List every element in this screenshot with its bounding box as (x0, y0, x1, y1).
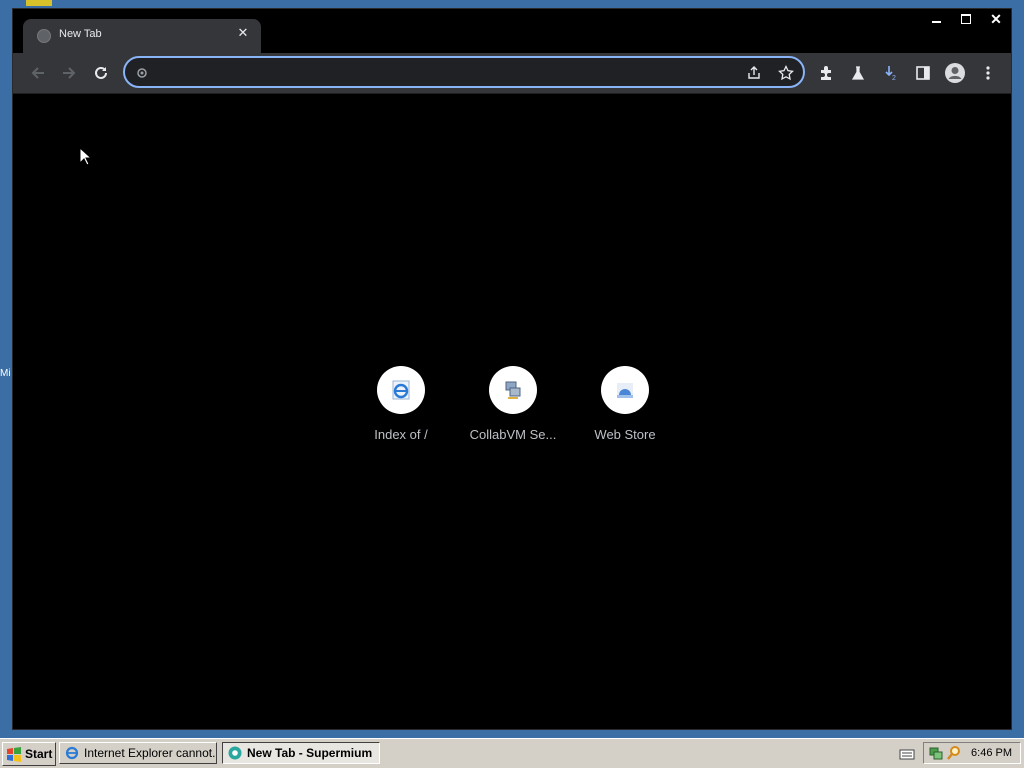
desktop-icon-label[interactable]: Mi (0, 368, 11, 380)
maximize-button[interactable] (951, 9, 981, 29)
bookmark-star-icon[interactable] (777, 64, 795, 82)
downloads-icon[interactable]: 2 (879, 61, 903, 85)
browser-window: New Tab ✕ ✕ 2 Index of / CollabVM Se... … (12, 8, 1012, 730)
taskbar-item-label: Internet Explorer cannot... (84, 746, 217, 760)
minimize-button[interactable] (921, 9, 951, 29)
shortcut-label: Index of / (374, 427, 428, 442)
desktop-icon-partial[interactable] (26, 0, 52, 6)
forward-button[interactable] (57, 61, 81, 85)
tab-new-tab[interactable]: New Tab ✕ (23, 19, 261, 53)
taskbar-item-label: New Tab - Supermium (247, 746, 373, 760)
menu-kebab-icon[interactable] (976, 61, 1000, 85)
shortcut-icon-circle (377, 366, 425, 414)
keyboard-icon[interactable] (899, 748, 915, 760)
shortcut-icon-circle (489, 366, 537, 414)
mouse-cursor-icon (79, 147, 91, 166)
shortcut-tile[interactable]: CollabVM Se... (457, 366, 569, 442)
globe-icon (37, 29, 51, 43)
reload-button[interactable] (89, 61, 113, 85)
taskbar-item-supermium[interactable]: New Tab - Supermium (222, 742, 380, 764)
clock[interactable]: 6:46 PM (971, 747, 1012, 759)
share-icon[interactable] (745, 64, 763, 82)
shortcut-tile[interactable]: Web Store (569, 366, 681, 442)
labs-flask-icon[interactable] (846, 61, 870, 85)
shortcut-label: CollabVM Se... (469, 427, 557, 442)
profile-avatar-icon[interactable] (943, 61, 967, 85)
toolbar: 2 (13, 53, 1011, 94)
system-tray: 6:46 PM (923, 742, 1021, 764)
site-info-icon[interactable] (133, 64, 151, 82)
back-button[interactable] (26, 61, 50, 85)
close-window-button[interactable]: ✕ (981, 9, 1011, 29)
supermium-icon (228, 746, 242, 760)
window-controls: ✕ (921, 9, 1011, 29)
address-input[interactable] (155, 64, 739, 84)
shortcut-icon-circle (601, 366, 649, 414)
title-bar: New Tab ✕ ✕ (13, 9, 1011, 53)
shortcut-tile[interactable]: Index of / (345, 366, 457, 442)
omnibox[interactable] (123, 56, 805, 88)
search-magnifier-icon[interactable] (946, 745, 962, 761)
windows-logo-icon (7, 747, 21, 762)
internet-explorer-icon (65, 746, 79, 760)
start-label: Start (25, 747, 53, 761)
tab-close-icon[interactable]: ✕ (235, 25, 251, 41)
back-arrow-icon (31, 67, 44, 79)
tab-title: New Tab (59, 28, 102, 40)
shortcut-label: Web Store (594, 427, 656, 442)
web-store-icon (617, 383, 633, 398)
forward-arrow-icon (63, 67, 76, 79)
internet-explorer-icon (392, 380, 410, 400)
reload-icon (95, 66, 107, 79)
svg-text:2: 2 (892, 75, 896, 82)
taskbar: Start Internet Explorer cannot... New Ta… (0, 738, 1024, 768)
start-button[interactable]: Start (2, 742, 56, 766)
extensions-icon[interactable] (814, 61, 838, 85)
new-tab-page: Index of / CollabVM Se... Web Store (13, 94, 1011, 729)
side-panel-icon[interactable] (911, 61, 935, 85)
taskbar-item-internet-explorer[interactable]: Internet Explorer cannot... (59, 742, 217, 764)
network-icon[interactable] (928, 745, 944, 761)
computers-network-icon (505, 381, 521, 399)
